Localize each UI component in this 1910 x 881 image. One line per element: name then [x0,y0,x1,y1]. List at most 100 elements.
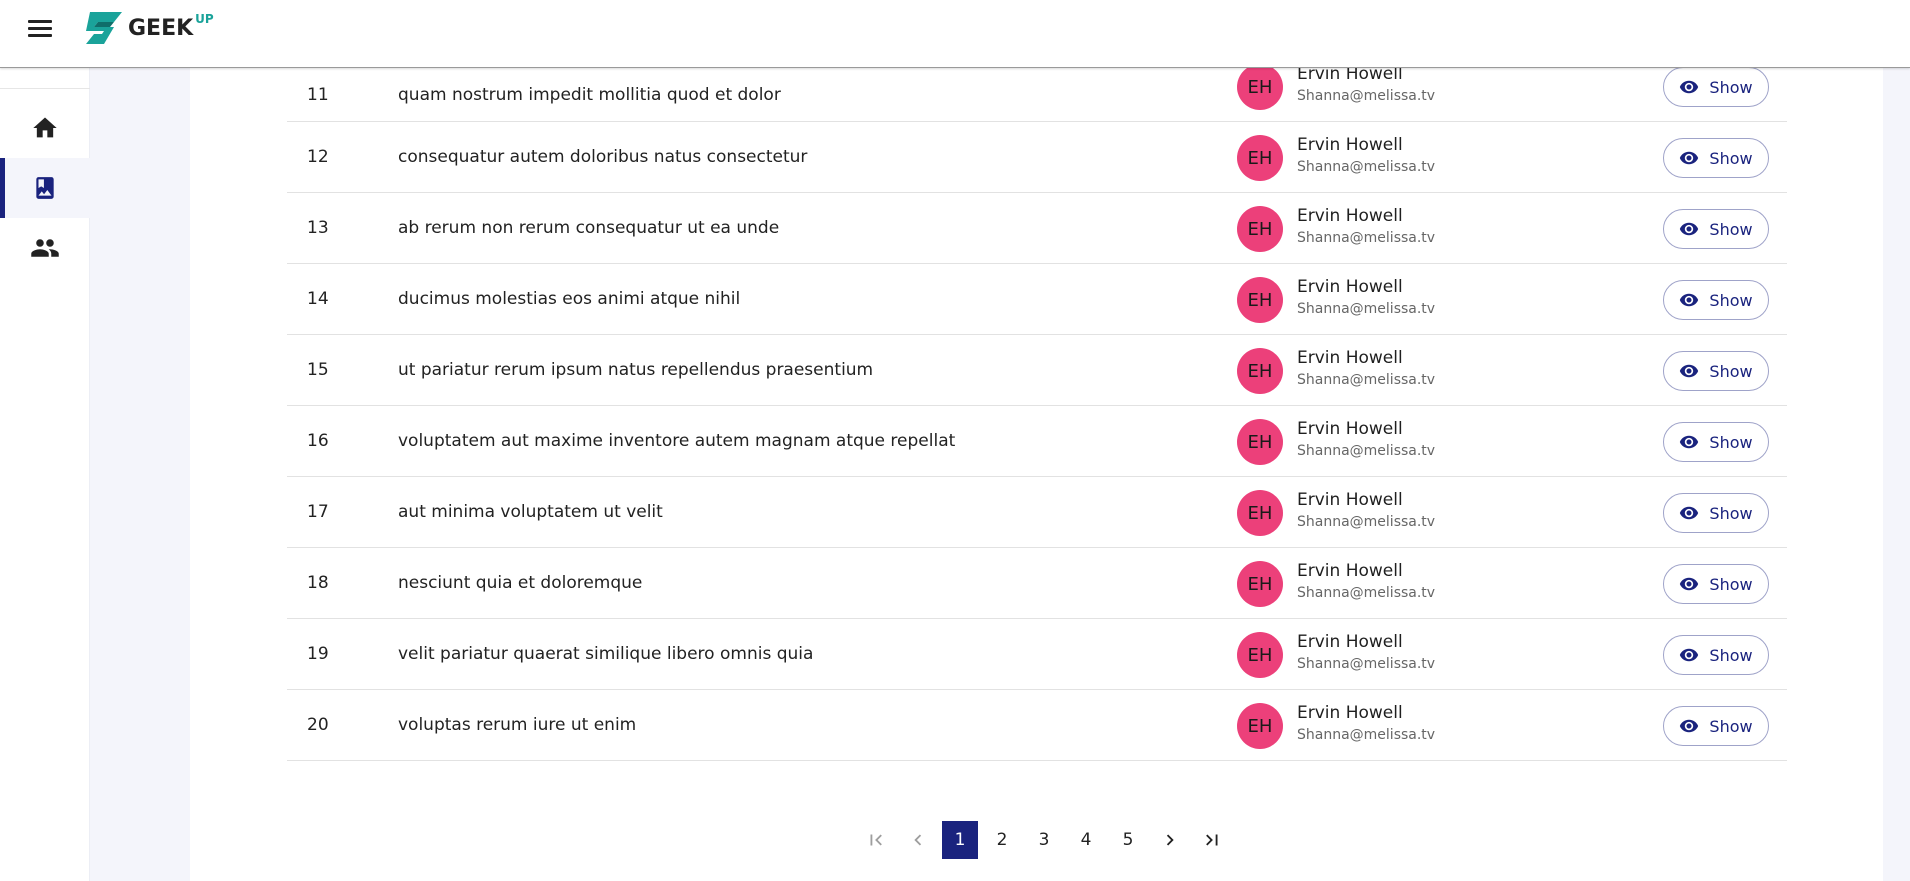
avatar: EH [1237,419,1283,465]
album-id: 15 [307,360,329,380]
user-name[interactable]: Ervin Howell [1297,348,1403,368]
menu-icon[interactable] [26,18,54,40]
user-name[interactable]: Ervin Howell [1297,561,1403,581]
table-row: 13 ab rerum non rerum consequatur ut ea u… [287,193,1787,264]
next-page-button[interactable] [1152,821,1188,859]
album-title: quam nostrum impedit mollitia quod et do… [398,84,781,105]
album-title: ab rerum non rerum consequatur ut ea und… [398,218,780,238]
sidebar-item-albums[interactable] [0,158,90,218]
show-button[interactable]: Show [1663,138,1769,178]
eye-icon [1680,506,1699,520]
show-button-label: Show [1709,219,1753,239]
eye-icon [1680,435,1699,449]
last-page-icon [1206,834,1218,846]
eye-icon [1680,719,1699,733]
user-email: Shanna@melissa.tv [1297,372,1436,388]
user-name[interactable]: Ervin Howell [1297,277,1403,297]
show-button[interactable]: Show [1663,209,1769,249]
album-id: 17 [307,502,329,522]
user-name[interactable]: Ervin Howell [1297,135,1403,155]
photo-album-icon [36,177,54,199]
user-email: Shanna@melissa.tv [1297,88,1436,104]
user-email: Shanna@melissa.tv [1297,301,1436,317]
page-4-button[interactable]: 4 [1068,821,1104,859]
user-name[interactable]: Ervin Howell [1297,490,1403,510]
sidebar-item-users[interactable] [0,218,90,278]
album-id: 12 [307,147,329,167]
user-email: Shanna@melissa.tv [1297,585,1436,601]
user-email: Shanna@melissa.tv [1297,514,1436,530]
user-email: Shanna@melissa.tv [1297,656,1436,672]
table-row: 16 voluptatem aut maxime inventore autem … [287,406,1787,477]
user-email: Shanna@melissa.tv [1297,727,1436,743]
album-title: nesciunt quia et doloremque [398,573,643,593]
show-button[interactable]: Show [1663,422,1769,462]
user-name[interactable]: Ervin Howell [1297,632,1403,652]
page-2-button[interactable]: 2 [984,821,1020,859]
brand-superscript: UP [195,12,214,26]
show-button[interactable]: Show [1663,493,1769,533]
show-button-label: Show [1709,574,1753,594]
albums-table: 11 quam nostrum impedit mollitia quod et … [287,64,1787,761]
album-id: 18 [307,573,329,593]
logo[interactable]: GEEK UP [84,10,214,46]
show-button[interactable]: Show [1663,67,1769,107]
eye-icon [1680,577,1699,591]
table-row: 20 voluptas rerum iure ut enim EH Ervin How… [287,690,1787,761]
album-id: 13 [307,218,329,238]
show-button[interactable]: Show [1663,280,1769,320]
chevron-right-icon [1166,834,1174,846]
show-button[interactable]: Show [1663,351,1769,391]
eye-icon [1680,648,1699,662]
pagination: 12345 [855,820,1233,860]
last-page-button[interactable] [1194,821,1230,859]
page-numbers: 12345 [939,821,1149,859]
app-header: GEEK UP [0,0,1910,68]
table-row: 15 ut pariatur rerum ipsum natus repellen… [287,335,1787,406]
page-5-button[interactable]: 5 [1110,821,1146,859]
page-3-button[interactable]: 3 [1026,821,1062,859]
table-row: 19 velit pariatur quaerat similique liber… [287,619,1787,690]
eye-icon [1680,80,1699,94]
album-title: voluptatem aut maxime inventore autem ma… [398,431,956,451]
album-title: velit pariatur quaerat similique libero … [398,644,814,664]
eye-icon [1680,293,1699,307]
user-name[interactable]: Ervin Howell [1297,419,1403,439]
show-button-label: Show [1709,361,1753,381]
show-button[interactable]: Show [1663,564,1769,604]
show-button[interactable]: Show [1663,706,1769,746]
avatar: EH [1237,135,1283,181]
show-button-label: Show [1709,716,1753,736]
avatar: EH [1237,490,1283,536]
album-title: ut pariatur rerum ipsum natus repellendu… [398,360,874,380]
home-icon [33,117,57,138]
album-id: 14 [307,289,329,309]
show-button-label: Show [1709,432,1753,452]
sidebar [0,68,90,881]
table-row: 14 ducimus molestias eos animi atque nihi… [287,264,1787,335]
table-row: 12 consequatur autem doloribus natus cons… [287,122,1787,193]
brand-name: GEEK [128,16,194,41]
first-page-icon [870,834,882,846]
table-row: 17 aut minima voluptatem ut velit EH Ervin … [287,477,1787,548]
album-title: voluptas rerum iure ut enim [398,715,637,735]
previous-page-button[interactable] [900,821,936,859]
first-page-button[interactable] [858,821,894,859]
show-button-label: Show [1709,503,1753,523]
user-email: Shanna@melissa.tv [1297,159,1436,175]
avatar: EH [1237,348,1283,394]
show-button[interactable]: Show [1663,635,1769,675]
eye-icon [1680,151,1699,165]
user-name[interactable]: Ervin Howell [1297,703,1403,723]
page-1-button[interactable]: 1 [942,821,978,859]
avatar: EH [1237,206,1283,252]
show-button-label: Show [1709,77,1753,97]
chevron-left-icon [914,834,922,846]
show-button-label: Show [1709,645,1753,665]
album-id: 16 [307,431,329,451]
people-icon [31,239,59,257]
user-name[interactable]: Ervin Howell [1297,206,1403,226]
table-row: 18 nesciunt quia et doloremque EH Ervin How… [287,548,1787,619]
album-id: 20 [307,715,329,735]
sidebar-item-home[interactable] [0,98,90,158]
